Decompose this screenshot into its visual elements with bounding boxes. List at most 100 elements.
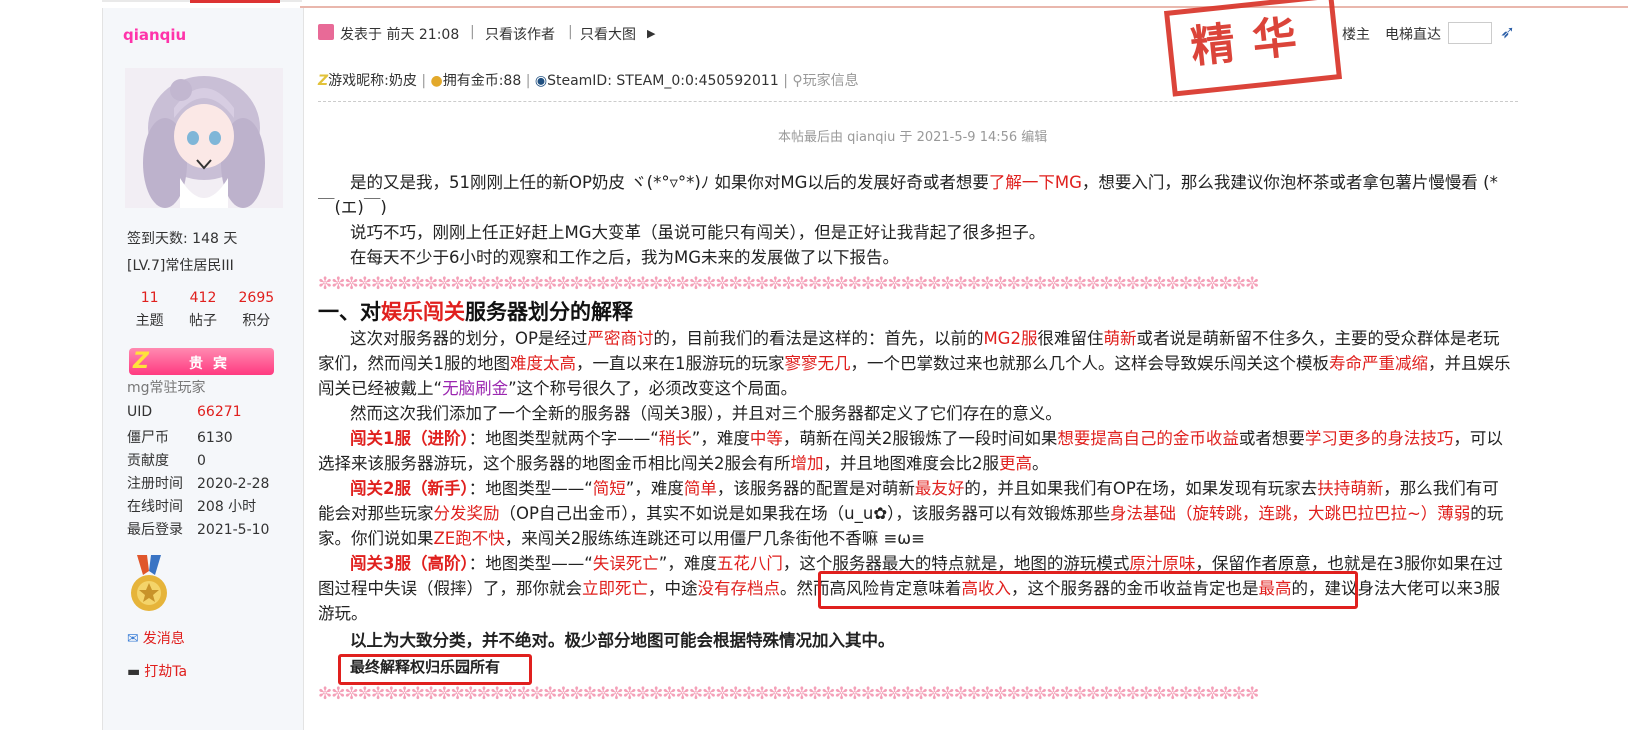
text: ，一直以来在1服游玩的玩家: [576, 354, 785, 373]
text: ，一个巴掌数过来也就那么几个人。这样会导致娱乐闯关这个模板: [850, 354, 1330, 373]
text: ，该服务器的配置是对萌新: [716, 479, 915, 498]
post-time: 发表于 前天 21:08: [340, 27, 460, 43]
field-value[interactable]: 66271: [197, 404, 242, 420]
body-paragraph-1: 这次对服务器的划分，OP是经过严密商讨的，目前我们的看法是这样的：首先，以前的M…: [318, 326, 1514, 401]
coins: 拥有金币:88: [442, 73, 522, 89]
highlight: 萌新: [1103, 329, 1137, 348]
text: 。: [1032, 454, 1049, 473]
text: ，萌新在闯关2服锻炼了一段时间如果: [782, 429, 1058, 448]
stat-value: 11: [140, 290, 159, 306]
stat-credits[interactable]: 2695 积分: [230, 290, 283, 330]
stat-label: 帖子: [188, 313, 217, 329]
highlight: 难度太高: [510, 354, 576, 373]
highlight: 失误死亡: [592, 554, 659, 573]
stat-value: 2695: [238, 290, 275, 306]
field-value: 0: [197, 453, 206, 469]
text: 是的又是我，51刚刚上任的新OP奶皮 ヾ(*°▿°*)ﾉ 如果你对MG以后的发展…: [350, 173, 989, 192]
floor-jump-input[interactable]: [1448, 22, 1492, 44]
envelope-icon: ✉: [127, 631, 139, 647]
text: 的，目前我们的看法是这样的：首先，以前的: [653, 329, 984, 348]
text: 这次对服务器的划分，OP是经过: [350, 329, 588, 348]
highlight: 简单: [683, 479, 717, 498]
intro-paragraph-1: 是的又是我，51刚刚上任的新OP奶皮 ヾ(*°▿°*)ﾉ 如果你对MG以后的发展…: [318, 170, 1514, 220]
only-author-link[interactable]: 只看该作者: [485, 24, 555, 44]
send-message-label: 发消息: [142, 631, 185, 647]
user-level[interactable]: [LV.7]常住居民III: [127, 255, 234, 275]
nickname-icon: Z: [318, 73, 329, 89]
highlight: 寥寥无几: [784, 354, 851, 373]
highlight: 想要提高自己的金币收益: [1057, 429, 1239, 448]
nickname: 游戏昵称:奶皮: [328, 73, 417, 89]
big-image-link[interactable]: 只看大图: [580, 24, 636, 44]
author-name[interactable]: qianqiu: [123, 26, 186, 44]
post-author-icon: [318, 24, 334, 40]
text: 很难留住: [1037, 329, 1104, 348]
text: ”，难度: [658, 554, 717, 573]
field-key: 僵尸币: [127, 430, 169, 446]
rob-link[interactable]: ▬ 打劫Ta: [127, 661, 187, 681]
vip-z-icon: Z: [133, 349, 149, 374]
section-heading: 一、对娱乐闯关服务器划分的解释: [318, 296, 633, 326]
stat-label: 积分: [242, 313, 271, 329]
stat-topics[interactable]: 11 主题: [123, 290, 176, 330]
author-sidebar: qianqiu 签到天数: 148 天 [LV.7]常住居民III 11 主题 …: [102, 8, 304, 730]
highlight: 无脑刷金: [442, 379, 509, 398]
server-title: 闯关1服（进阶）: [350, 429, 469, 448]
separator: |: [783, 73, 788, 89]
jump-go-icon[interactable]: ➶: [1500, 22, 1515, 43]
text: ，来闯关2服练练连跳还可以用僵尸几条街他不香嘛 ≡ω≡: [504, 529, 925, 548]
star-divider-top: ✼✼✼✼✼✼✼✼✼✼✼✼✼✼✼✼✼✼✼✼✼✼✼✼✼✼✼✼✼✼✼✼✼✼✼✼✼✼✼✼…: [318, 274, 1259, 294]
field-key: 注册时间: [127, 476, 183, 492]
highlight: 严密商讨: [587, 329, 654, 348]
stat-label: 主题: [135, 313, 164, 329]
field-contribution: 贡献度 0: [127, 450, 287, 470]
highlight: 简短: [592, 479, 626, 498]
divider: [318, 101, 1518, 102]
medal-icon[interactable]: [127, 553, 171, 615]
text: 服务器划分的解释: [465, 300, 633, 324]
field-register-date: 注册时间 2020-2-28: [127, 473, 287, 493]
steam-id[interactable]: SteamID: STEAM_0:0:450592011: [547, 73, 779, 89]
checkin-days: 签到天数: 148 天: [127, 231, 238, 247]
user-group: mg常驻玩家: [127, 380, 206, 396]
gun-icon: ▬: [127, 664, 141, 680]
vip-badge: Z 贵宾: [129, 348, 274, 375]
text: ，中途: [648, 579, 698, 598]
highlight-box-high-income: [818, 571, 1358, 609]
field-key: UID: [127, 404, 153, 420]
vip-label: 贵宾: [189, 356, 237, 372]
coins-icon: ●: [430, 73, 443, 89]
text: （OP自己出金币），其实不如说是如果我在场（u_u✿），该服务器可以有效锻炼那些: [499, 504, 1110, 523]
separator: |: [525, 73, 531, 89]
player-info-link[interactable]: 玩家信息: [803, 73, 859, 89]
floor-label: 楼主: [1342, 27, 1370, 43]
field-value: 2020-2-28: [197, 476, 270, 492]
elevator-label: 电梯直达: [1385, 27, 1441, 43]
body-paragraph-2: 然而这次我们添加了一个全新的服务器（闯关3服），并且对三个服务器都定义了它们存在…: [350, 404, 1062, 423]
text: 的，并且如果我们有OP在场，如果发现有玩家去: [964, 479, 1318, 498]
field-zombie-coins: 僵尸币 6130: [127, 427, 287, 447]
essence-stamp: 精华: [1163, 0, 1343, 97]
highlight: 五花八门: [716, 554, 783, 573]
field-value: 208 小时: [197, 499, 257, 515]
send-message-link[interactable]: ✉ 发消息: [127, 628, 185, 648]
server-1-paragraph: 闯关1服（进阶）：地图类型就两个字——“稍长”，难度中等，萌新在闯关2服锻炼了一…: [318, 426, 1514, 476]
highlight: ZE跑不快: [433, 529, 505, 548]
text: 或者想要: [1238, 429, 1305, 448]
edit-note: 本帖最后由 qianqiu 于 2021-5-9 14:56 编辑: [778, 130, 1048, 145]
steam-icon: ◉: [534, 73, 548, 89]
text: ”，难度: [691, 429, 750, 448]
highlight: MG2服: [983, 329, 1038, 348]
server-title: 闯关3服（高阶）: [350, 554, 469, 573]
author-stats: 11 主题 412 帖子 2695 积分: [123, 290, 283, 330]
field-uid: UID 66271: [127, 404, 287, 420]
top-border: [300, 6, 1628, 8]
play-arrow-icon[interactable]: ▶: [647, 27, 655, 40]
text: ：地图类型——“: [468, 554, 593, 573]
intro-paragraph-3: 在每天不少于6小时的观察和工作之后，我为MG未来的发展做了以下报告。: [350, 248, 900, 267]
avatar[interactable]: [125, 68, 283, 208]
highlight: 寿命严重减缩: [1329, 354, 1428, 373]
stat-posts[interactable]: 412 帖子: [176, 290, 229, 330]
text: 一、对: [318, 300, 381, 324]
server-2-paragraph: 闯关2服（新手）：地图类型——“简短”，难度简单，该服务器的配置是对萌新最友好的…: [318, 476, 1514, 551]
